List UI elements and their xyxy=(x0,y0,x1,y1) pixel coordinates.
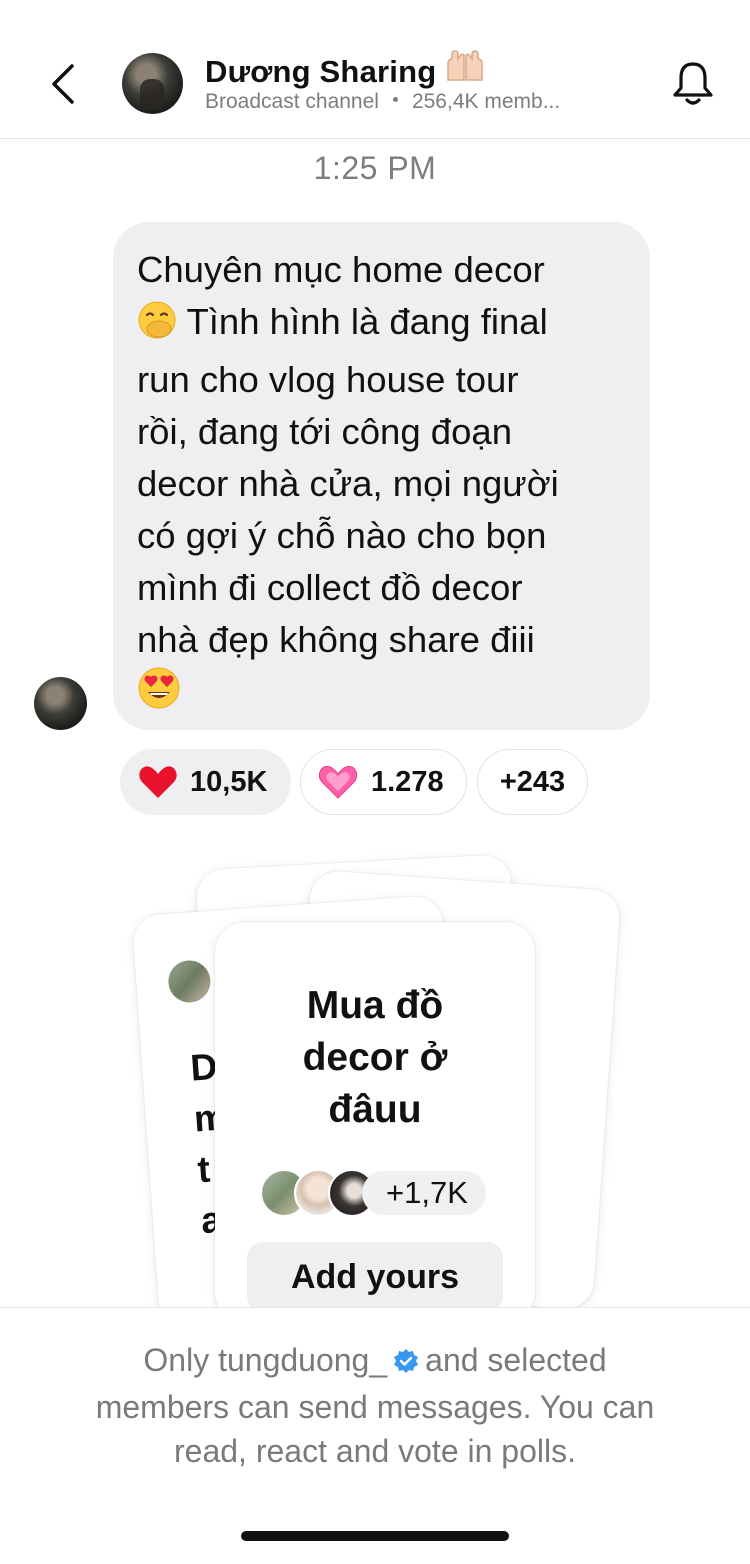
message-line xyxy=(137,666,628,724)
add-yours-card[interactable]: Mua đồ decor ở đâuu +1,7K Add yours xyxy=(215,922,535,1322)
back-button[interactable] xyxy=(40,56,90,112)
message-line: có gợi ý chỗ nào cho bọn xyxy=(137,515,547,556)
channel-title-text: Dương Sharing xyxy=(205,54,437,89)
reaction-count: 10,5K xyxy=(190,765,268,798)
notice-username: Only tungduong_ xyxy=(143,1342,388,1378)
notice-line: members can send messages. You can xyxy=(95,1389,655,1425)
reaction-sparkling-heart[interactable]: 1.278 xyxy=(300,749,467,815)
message-bubble[interactable]: Chuyên mục home decor Tình hình là đang … xyxy=(113,222,650,730)
channel-type: Broadcast channel xyxy=(205,90,379,113)
message-line: Tình hình là đang final xyxy=(137,296,628,354)
channel-subtitle: Broadcast channel 256,4K memb... xyxy=(205,90,560,114)
reaction-count: 1.278 xyxy=(371,765,444,798)
home-indicator[interactable] xyxy=(241,1531,509,1541)
read-only-notice: Only tungduong_ and selected members can… xyxy=(0,1307,750,1564)
participant-count: +1,7K xyxy=(362,1171,486,1215)
participants-row[interactable]: +1,7K xyxy=(260,1169,486,1217)
hand-over-mouth-emoji xyxy=(137,300,177,354)
reaction-more[interactable]: +243 xyxy=(477,749,588,815)
notice-text-part: and selected xyxy=(425,1342,607,1378)
message-line: rồi, đang tới công đoạn xyxy=(137,411,512,452)
reaction-more-count: +243 xyxy=(499,765,566,798)
sparkling-heart-icon xyxy=(317,763,359,801)
notice-line: read, react and vote in polls. xyxy=(173,1433,576,1469)
raised-hands-icon xyxy=(444,50,486,92)
card-avatar xyxy=(166,959,212,1004)
verified-badge-icon xyxy=(393,1341,419,1385)
heart-eyes-emoji xyxy=(137,666,181,724)
channel-title[interactable]: Dương Sharing xyxy=(205,50,486,92)
prompt-line: decor ở xyxy=(302,1036,448,1079)
message-line: Chuyên mục home decor xyxy=(137,249,545,290)
message-line: mình đi collect đồ decor xyxy=(137,567,523,608)
chevron-left-icon xyxy=(52,64,74,104)
message-line: run cho vlog house tour xyxy=(137,359,519,400)
member-count: 256,4K memb... xyxy=(411,90,561,113)
channel-header: Dương Sharing Broadcast channel 256,4K me… xyxy=(0,0,750,139)
reaction-red-heart[interactable]: 10,5K xyxy=(120,749,291,815)
channel-avatar[interactable] xyxy=(122,53,183,114)
prompt-line: đâuu xyxy=(328,1088,422,1131)
message-line-text: Tình hình là đang final xyxy=(186,301,548,342)
bell-icon xyxy=(673,62,713,105)
prompt-line: Mua đồ xyxy=(306,984,444,1027)
add-yours-button[interactable]: Add yours xyxy=(247,1242,503,1312)
message-line: nhà đẹp không share điii xyxy=(137,619,535,660)
message-line: decor nhà cửa, mọi người xyxy=(137,463,559,504)
notice-line: Only tungduong_ and selected xyxy=(30,1338,720,1385)
notice-text: Only tungduong_ and selected members can… xyxy=(30,1338,720,1473)
red-heart-icon xyxy=(138,764,178,800)
prompt-question: Mua đồ decor ở đâuu xyxy=(215,980,535,1136)
separator-dot xyxy=(392,97,398,102)
sender-avatar[interactable] xyxy=(34,677,87,730)
message-timestamp: 1:25 PM xyxy=(313,150,437,186)
notifications-button[interactable] xyxy=(670,58,716,108)
